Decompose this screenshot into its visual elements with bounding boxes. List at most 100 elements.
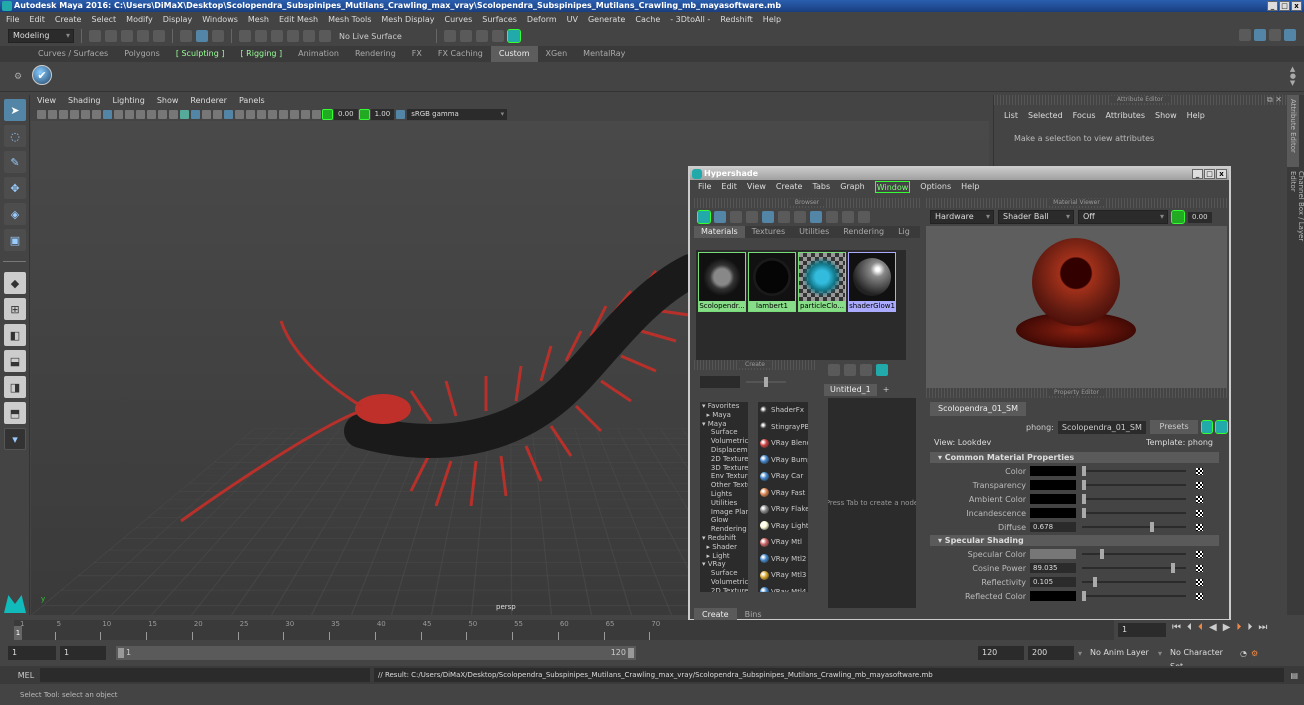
move-tool-icon[interactable]: ✥ bbox=[4, 177, 26, 199]
create-category[interactable]: ▾ Maya bbox=[702, 420, 748, 429]
create-category[interactable]: Glow bbox=[702, 516, 748, 525]
tab-untitled-1[interactable]: Untitled_1 bbox=[824, 384, 877, 396]
menu-curves[interactable]: Curves bbox=[444, 15, 472, 24]
create-category[interactable]: Volumetric bbox=[702, 437, 748, 446]
add-tab-button[interactable]: + bbox=[877, 384, 896, 396]
rotate-tool-icon[interactable]: ◈ bbox=[4, 203, 26, 225]
medium-swatch-icon[interactable] bbox=[762, 211, 774, 223]
auto-key-icon[interactable]: ◔ bbox=[1240, 649, 1247, 658]
create-category[interactable]: ▾ Redshift bbox=[702, 534, 748, 543]
color-space-dropdown[interactable]: sRGB gamma ▾ bbox=[407, 108, 508, 120]
new-scene-icon[interactable] bbox=[89, 30, 101, 42]
create-category[interactable]: ▸ Light bbox=[702, 552, 748, 561]
time-ruler[interactable]: 1 5 10 15 20 25 30 35 40 45 50 55 60 65 70 1 bbox=[14, 620, 1114, 640]
four-view-layout-icon[interactable]: ⊞ bbox=[4, 298, 26, 320]
undo-icon[interactable] bbox=[137, 30, 149, 42]
create-node-item[interactable]: VRay Bump bbox=[758, 452, 808, 469]
hs-maximize-button[interactable]: □ bbox=[1204, 169, 1215, 179]
create-node-item[interactable]: VRay Blend bbox=[758, 435, 808, 452]
input-connections-icon[interactable] bbox=[828, 364, 840, 376]
hs-menu-create[interactable]: Create bbox=[776, 180, 803, 194]
viewport-menu-lighting[interactable]: Lighting bbox=[112, 95, 144, 107]
scale-tool-icon[interactable]: ▣ bbox=[4, 229, 26, 251]
create-category[interactable]: Volumetric bbox=[702, 578, 748, 587]
create-category[interactable]: Lights bbox=[702, 490, 748, 499]
create-node-item[interactable]: ShaderFx bbox=[758, 402, 808, 419]
image-plane-icon[interactable] bbox=[70, 109, 79, 119]
map-texture-icon[interactable] bbox=[1196, 592, 1203, 600]
hs-minimize-button[interactable]: _ bbox=[1192, 169, 1203, 179]
hud-icon[interactable] bbox=[312, 109, 321, 119]
render-settings-icon[interactable] bbox=[491, 30, 504, 42]
hs-close-button[interactable]: x bbox=[1216, 169, 1227, 179]
swatch-size-slider[interactable] bbox=[746, 377, 786, 387]
sort-by-type-icon[interactable] bbox=[826, 211, 838, 223]
create-category[interactable]: Image Planes bbox=[702, 508, 748, 517]
create-node-item[interactable]: StingrayPBS bbox=[758, 419, 808, 436]
textured-icon[interactable] bbox=[213, 109, 222, 119]
create-category[interactable]: ▸ Shader bbox=[702, 543, 748, 552]
hs-menu-tabs[interactable]: Tabs bbox=[812, 180, 830, 194]
create-node-item[interactable]: VRay Light bbox=[758, 518, 808, 535]
shelf-tab-polygons[interactable]: Polygons bbox=[116, 46, 168, 62]
attribute-slider[interactable] bbox=[1082, 563, 1186, 573]
range-bar[interactable]: 1 120 bbox=[116, 646, 636, 660]
create-category[interactable]: Utilities bbox=[702, 499, 748, 508]
menu-edit[interactable]: Edit bbox=[29, 15, 45, 24]
script-editor-icon[interactable]: ▤ bbox=[1290, 671, 1298, 680]
create-category[interactable]: ▾ Favorites bbox=[702, 402, 748, 411]
create-category[interactable]: Other Textures bbox=[702, 481, 748, 490]
current-frame-field[interactable]: 1 bbox=[1118, 623, 1166, 637]
list-view-icon[interactable] bbox=[730, 211, 742, 223]
value-field[interactable]: 89.035 bbox=[1030, 563, 1076, 573]
map-texture-icon[interactable] bbox=[1196, 509, 1203, 517]
create-category[interactable]: Surface bbox=[702, 569, 748, 578]
create-category[interactable]: 3D Textures bbox=[702, 464, 748, 473]
viewport-menu-show[interactable]: Show bbox=[157, 95, 179, 107]
material-swatch[interactable]: shaderGlow1 bbox=[848, 252, 896, 312]
color-swatch[interactable] bbox=[1030, 494, 1076, 504]
lasso-tool-icon[interactable]: ◌ bbox=[4, 125, 26, 147]
shelf-tab-mentalray[interactable]: MentalRay bbox=[575, 46, 633, 62]
attr-menu-selected[interactable]: Selected bbox=[1028, 111, 1063, 120]
create-node-item[interactable]: VRay Mtl4 bbox=[758, 584, 808, 592]
material-swatch[interactable]: particleClo... bbox=[798, 252, 846, 312]
wireframe-on-shaded-icon[interactable] bbox=[202, 109, 211, 119]
xray-joints-icon[interactable] bbox=[268, 109, 277, 119]
attribute-editor-toggle-icon[interactable] bbox=[1284, 29, 1296, 41]
viewport-menu-panels[interactable]: Panels bbox=[239, 95, 265, 107]
slider-handle[interactable] bbox=[1082, 466, 1086, 476]
tab-channel-box[interactable]: Channel Box / Layer Editor bbox=[1287, 167, 1304, 267]
2d-pan-zoom-icon[interactable] bbox=[81, 109, 90, 119]
paint-select-tool-icon[interactable]: ✎ bbox=[4, 151, 26, 173]
modeling-toolkit-icon[interactable] bbox=[1254, 29, 1266, 41]
play-forwards-icon[interactable]: ▶ bbox=[1223, 622, 1231, 633]
shelf-tab-curves-surfaces[interactable]: Curves / Surfaces bbox=[30, 46, 116, 62]
attr-menu-show[interactable]: Show bbox=[1155, 111, 1177, 120]
shelf-tab-xgen[interactable]: XGen bbox=[538, 46, 576, 62]
slider-handle[interactable] bbox=[1082, 591, 1086, 601]
hs-menu-help[interactable]: Help bbox=[961, 180, 979, 194]
create-category[interactable]: 2D Textures bbox=[702, 587, 748, 592]
select-hierarchy-icon[interactable] bbox=[180, 30, 192, 42]
create-node-item[interactable]: VRay Mtl3 bbox=[758, 567, 808, 584]
select-object-icon[interactable] bbox=[196, 30, 208, 42]
focus-output-icon[interactable] bbox=[1215, 420, 1228, 434]
redo-icon[interactable] bbox=[153, 30, 165, 42]
menu-mesh-tools[interactable]: Mesh Tools bbox=[328, 15, 371, 24]
hypershade-layout-icon[interactable]: ◨ bbox=[4, 376, 26, 398]
shelf-tab-rendering[interactable]: Rendering bbox=[347, 46, 404, 62]
attribute-slider[interactable] bbox=[1082, 591, 1186, 601]
attribute-slider[interactable] bbox=[1082, 508, 1186, 518]
chevron-down-icon[interactable]: ▾ bbox=[1158, 649, 1162, 658]
go-to-start-icon[interactable]: ⏮ bbox=[1172, 622, 1181, 633]
attribute-slider[interactable] bbox=[1082, 522, 1186, 532]
slider-handle[interactable] bbox=[1149, 522, 1154, 532]
create-category[interactable]: ▾ VRay bbox=[702, 560, 748, 569]
sort-by-name-icon[interactable] bbox=[810, 211, 822, 223]
browser-tab-lig[interactable]: Lig bbox=[891, 226, 917, 238]
presets-button[interactable]: Presets bbox=[1150, 420, 1198, 434]
xray-icon[interactable] bbox=[257, 109, 266, 119]
minimize-button[interactable]: _ bbox=[1267, 1, 1278, 11]
renderer-dropdown[interactable]: Hardware ▾ bbox=[930, 210, 994, 224]
